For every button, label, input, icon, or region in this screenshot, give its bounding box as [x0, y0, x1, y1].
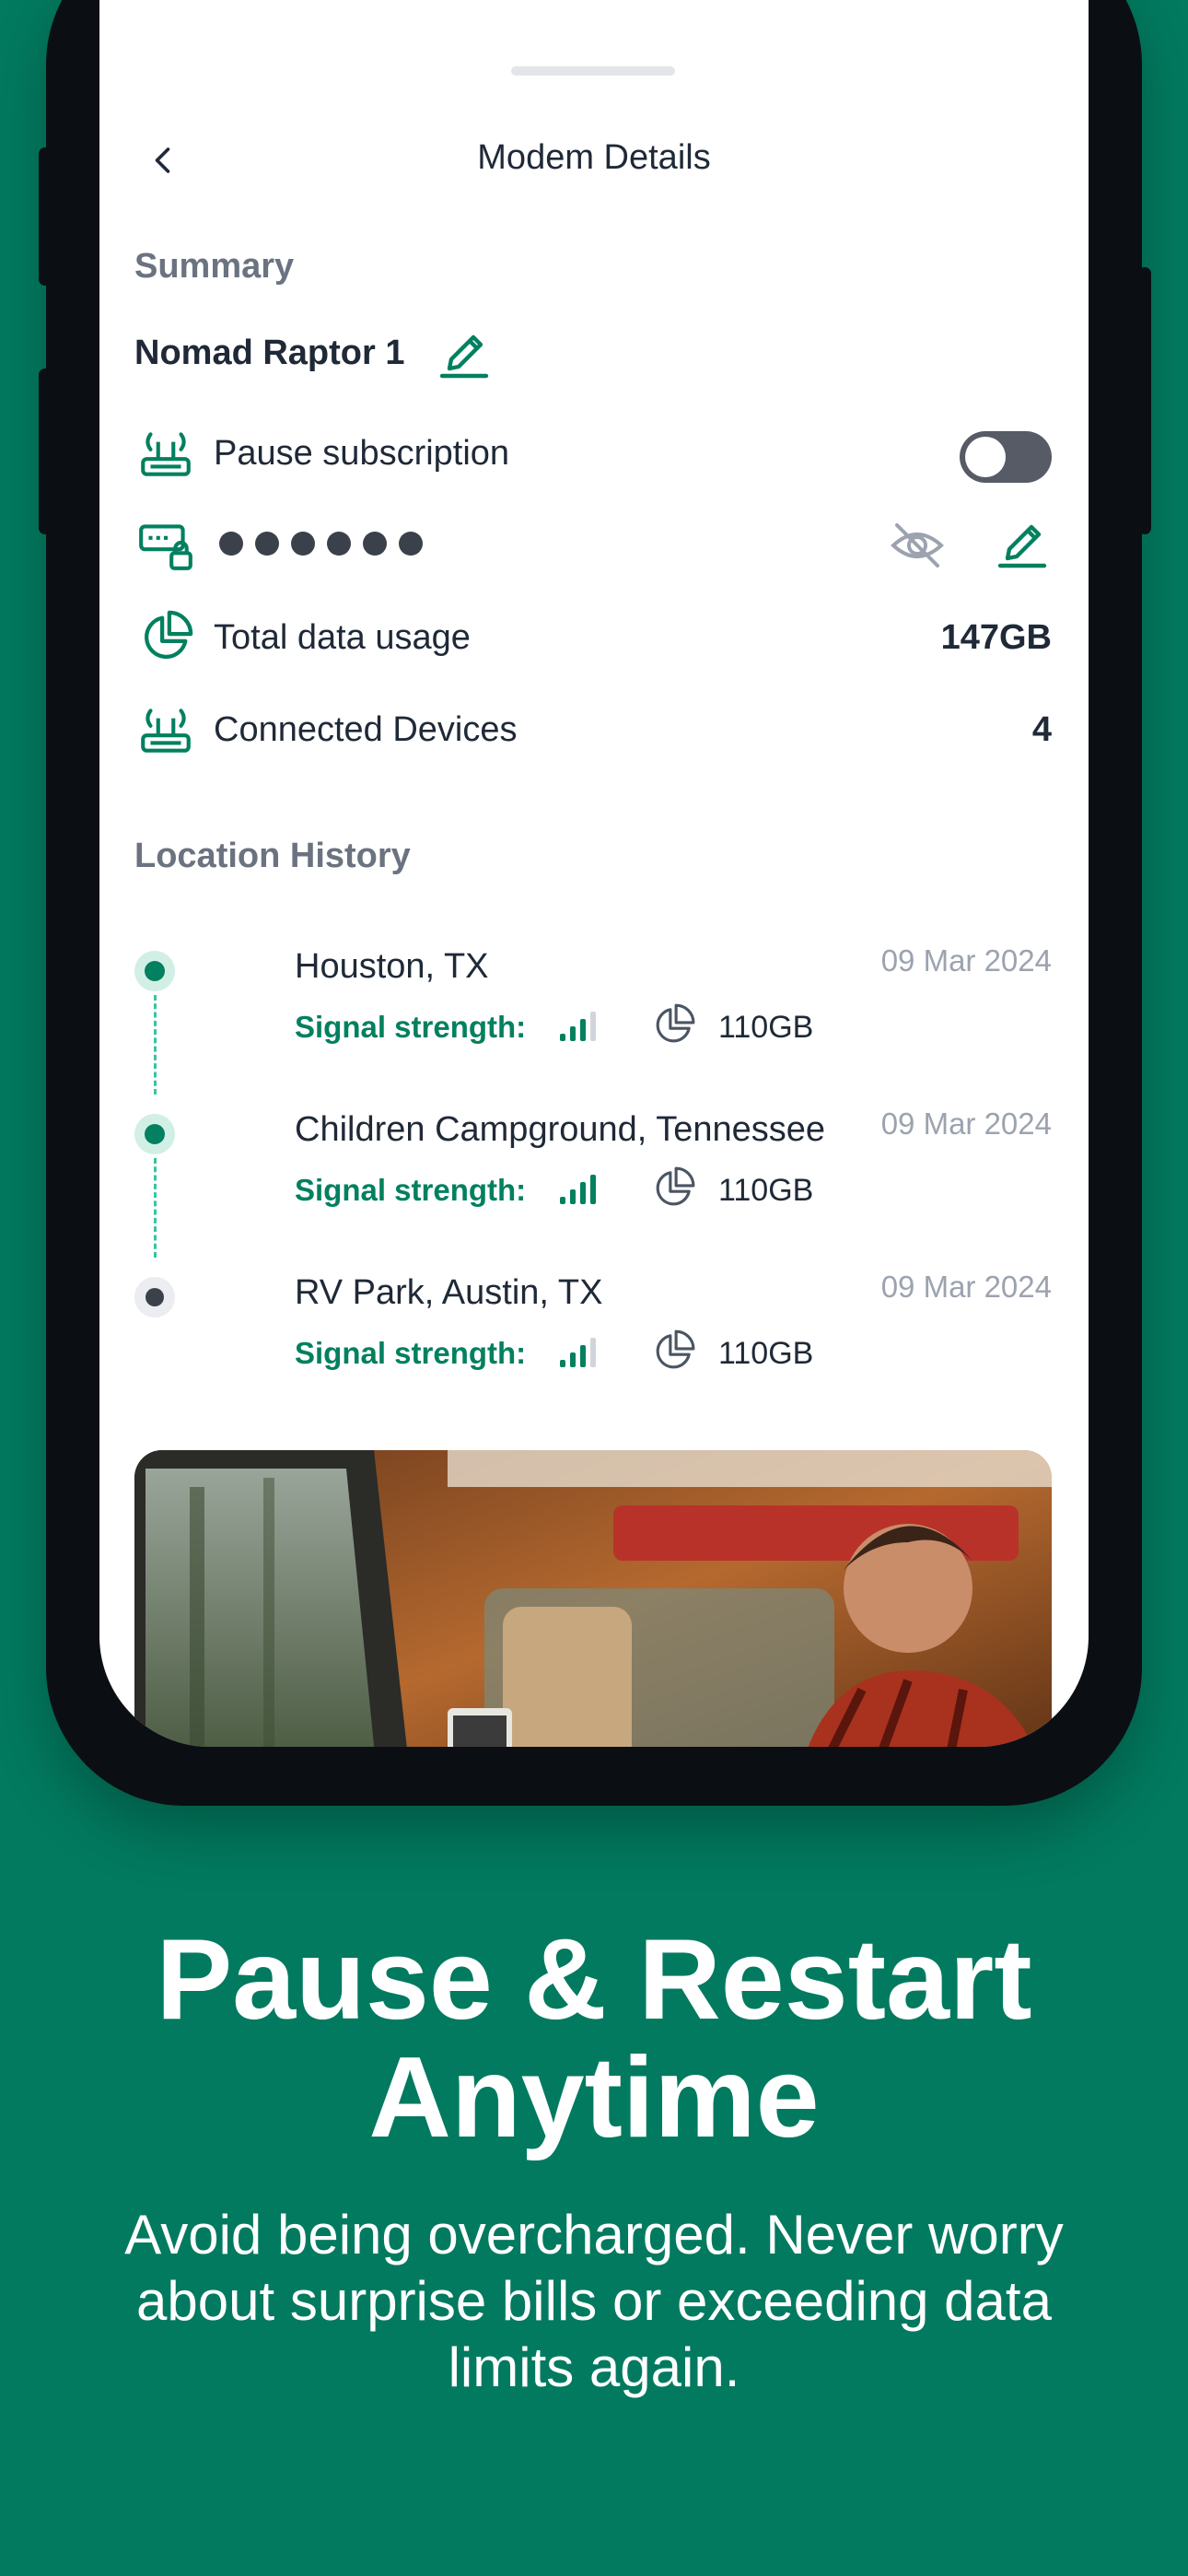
signal-strength-label: Signal strength: [295, 1173, 527, 1207]
signal-bars-icon [560, 1012, 596, 1041]
device-name: Nomad Raptor 1 [134, 334, 405, 372]
promo-subtext: Avoid being overcharged. Never worry abo… [124, 2204, 1064, 2398]
router-icon [141, 432, 191, 476]
app-screen: Modem Details Summary Nomad Raptor 1 Pau… [99, 0, 1089, 1747]
toggle-visibility-button[interactable] [888, 516, 947, 575]
location-entry[interactable]: Children Campground, Tennessee 09 Mar 20… [134, 1092, 1052, 1258]
pencil-icon [439, 334, 489, 379]
nav-bar: Modem Details [99, 120, 1089, 197]
data-usage-label: Total data usage [214, 617, 471, 657]
password-row [134, 507, 1052, 580]
location-marker [134, 1114, 175, 1154]
pie-chart-icon [656, 1003, 695, 1043]
summary-heading: Summary [134, 247, 295, 286]
password-mask [219, 532, 423, 556]
router-icon [141, 708, 191, 753]
pencil-icon [997, 524, 1047, 568]
page-title: Modem Details [477, 138, 711, 177]
edit-password-button[interactable] [993, 514, 1052, 573]
promo-headline-line2: Anytime [368, 2034, 820, 2161]
location-place: RV Park, Austin, TX [295, 1273, 603, 1312]
data-usage-value: 147GB [940, 617, 1052, 657]
phone-side-button [39, 147, 52, 286]
phone-side-button [1138, 267, 1151, 534]
connected-devices-row[interactable]: Connected Devices 4 [134, 693, 1052, 767]
timeline-connector [154, 995, 157, 1095]
van-life-photo [134, 1450, 1052, 1747]
phone-side-button [39, 369, 52, 534]
promo-headline-line1: Pause & Restart [156, 1916, 1032, 2043]
connected-devices-label: Connected Devices [214, 709, 518, 749]
pause-subscription-label: Pause subscription [214, 433, 510, 473]
location-place: Children Campground, Tennessee [295, 1110, 825, 1149]
location-date: 09 Mar 2024 [880, 943, 1052, 978]
location-usage: 110GB [718, 1336, 814, 1371]
sheet-grabber[interactable] [511, 66, 675, 76]
location-place: Houston, TX [295, 947, 489, 986]
signal-bars-icon [560, 1338, 596, 1367]
location-entry[interactable]: RV Park, Austin, TX 09 Mar 2024 Signal s… [134, 1255, 1052, 1375]
eye-off-icon [891, 523, 944, 568]
signal-bars-icon [560, 1175, 596, 1204]
location-history-heading: Location History [134, 837, 411, 875]
promo-headline: Pause & Restart Anytime [0, 1921, 1188, 2157]
location-date: 09 Mar 2024 [880, 1107, 1052, 1141]
location-usage: 110GB [718, 1010, 814, 1045]
location-marker [134, 1277, 175, 1317]
location-date: 09 Mar 2024 [880, 1270, 1052, 1304]
signal-strength-label: Signal strength: [295, 1336, 527, 1370]
pause-subscription-toggle[interactable] [960, 431, 1052, 483]
location-marker [134, 951, 175, 991]
connected-devices-value: 4 [1031, 709, 1052, 749]
pie-chart-icon [145, 610, 193, 659]
signal-strength-label: Signal strength: [295, 1010, 527, 1044]
pause-subscription-row: Pause subscription [134, 416, 1052, 490]
edit-name-button[interactable] [435, 324, 494, 383]
location-usage: 110GB [718, 1173, 814, 1208]
pie-chart-icon [656, 1329, 695, 1369]
data-usage-row: Total data usage 147GB [134, 601, 1052, 674]
location-entry[interactable]: Houston, TX 09 Mar 2024 Signal strength:… [134, 929, 1052, 1095]
timeline-connector [154, 1158, 157, 1258]
pie-chart-icon [656, 1166, 695, 1206]
password-icon [139, 524, 192, 570]
